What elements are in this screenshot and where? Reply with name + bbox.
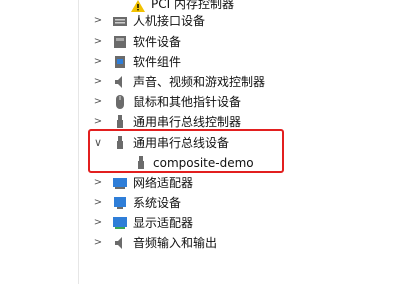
- chevron-right-icon[interactable]: >: [93, 92, 103, 112]
- chevron-right-icon[interactable]: >: [93, 173, 103, 193]
- tree-item-label: 软件组件: [133, 55, 182, 69]
- chevron-right-icon[interactable]: >: [93, 213, 103, 233]
- speaker-icon: [112, 74, 128, 90]
- software-device-icon: [112, 34, 128, 50]
- software-component-icon: [112, 54, 128, 70]
- highlight-box: [88, 129, 284, 173]
- tree-item-label: 音频输入和输出: [133, 236, 218, 250]
- tree-item-label: 声音、视频和游戏控制器: [133, 75, 266, 89]
- tree-item-label: 系统设备: [133, 196, 182, 210]
- tree-item-label: 显示适配器: [133, 216, 194, 230]
- tree-item-hid[interactable]: > 人机接口设备: [0, 11, 409, 31]
- chevron-right-icon[interactable]: >: [93, 32, 103, 52]
- chevron-right-icon[interactable]: >: [93, 193, 103, 213]
- network-adapter-icon: [112, 175, 128, 191]
- display-adapter-icon: [112, 215, 128, 231]
- chevron-right-icon[interactable]: >: [93, 52, 103, 72]
- chevron-right-icon[interactable]: >: [93, 11, 103, 31]
- usb-icon: [112, 114, 128, 130]
- tree-guide-line: [78, 0, 79, 284]
- tree-item-label: 网络适配器: [133, 176, 194, 190]
- audio-io-icon: [112, 235, 128, 251]
- hid-icon: [112, 13, 128, 29]
- system-device-icon: [112, 195, 128, 211]
- chevron-right-icon[interactable]: >: [93, 233, 103, 253]
- chevron-right-icon[interactable]: >: [93, 72, 103, 92]
- tree-item-label: 软件设备: [133, 35, 182, 49]
- tree-item-label: 人机接口设备: [133, 14, 206, 28]
- tree-item-label: 鼠标和其他指针设备: [133, 95, 242, 109]
- mouse-icon: [112, 94, 128, 110]
